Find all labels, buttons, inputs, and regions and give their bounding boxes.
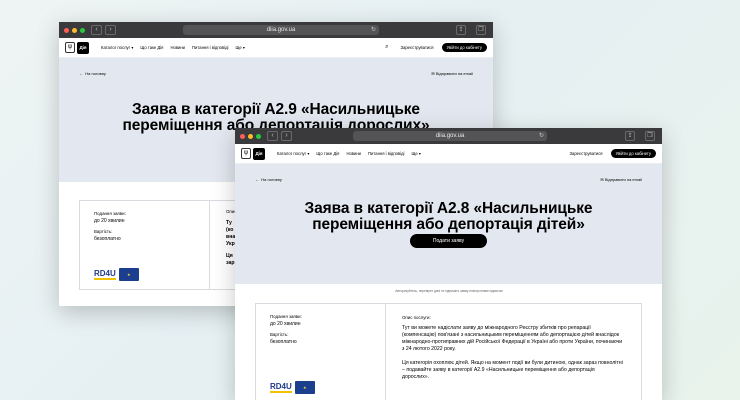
address-bar[interactable]: diia.gov.ua ↻ — [183, 25, 379, 35]
menu-more[interactable]: Ще ▾ — [235, 45, 245, 50]
menu-news[interactable]: Новини — [346, 151, 361, 156]
login-button[interactable]: Увійти до кабінету — [441, 43, 487, 52]
forward-nav-button[interactable]: › — [105, 25, 116, 35]
arrow-left-icon: ← — [79, 71, 83, 76]
url-text: diia.gov.ua — [435, 133, 465, 139]
close-window-button[interactable] — [240, 133, 245, 139]
zoom-window-button[interactable] — [256, 133, 261, 139]
council-of-europe-logo: ★ — [294, 381, 315, 394]
council-of-europe-logo: ★ — [118, 268, 139, 281]
diia-logo[interactable]: Дія — [253, 147, 265, 160]
tabs-icon[interactable]: ❐ — [645, 131, 655, 141]
service-meta: Подання заяви: до 20 хвилин Вартість: бе… — [256, 304, 386, 400]
back-nav-button[interactable]: ‹ — [267, 131, 278, 141]
browser-toolbar: ‹ › diia.gov.ua ↻ ⇪ ❐ — [235, 128, 662, 144]
share-icon[interactable]: ⇪ — [456, 25, 466, 35]
login-button[interactable]: Увійти до кабінету — [610, 149, 656, 158]
auth-hint: Авторизуйтесь, перевірте дані та підпиші… — [395, 289, 503, 293]
arrow-left-icon: ← — [255, 177, 259, 182]
menu-what-is[interactable]: Що таке Дія — [140, 45, 163, 50]
forward-nav-button[interactable]: › — [281, 131, 292, 141]
service-info-card: Подання заяви: до 20 хвилин Вартість: бе… — [255, 303, 642, 400]
share-icon[interactable]: ⇪ — [625, 131, 635, 141]
site-header: ψ Дія Каталог послуг ▾ Що таке Дія Новин… — [59, 38, 493, 58]
menu-catalog[interactable]: Каталог послуг ▾ — [101, 45, 133, 50]
email-icon: ✉ — [431, 71, 435, 76]
url-text: diia.gov.ua — [266, 27, 296, 33]
menu-what-is[interactable]: Що таке Дія — [316, 151, 339, 156]
tabs-icon[interactable]: ❐ — [476, 25, 486, 35]
trident-icon[interactable]: ψ — [65, 42, 75, 53]
diia-logo[interactable]: Дія — [77, 41, 89, 54]
hero-section: ← На головну ✉ Відправити на email Заява… — [235, 164, 662, 293]
menu-faq[interactable]: Питання і відповіді — [192, 45, 228, 50]
description-paragraph-1: Тут ви можете надіслати заяву до міжнаро… — [402, 325, 623, 352]
page-title: Заява в категорії А2.8 «Насильницьке пер… — [304, 200, 593, 233]
main-menu: Каталог послуг ▾ Що таке Дія Новини Пита… — [277, 151, 570, 156]
email-icon: ✉ — [600, 177, 604, 182]
menu-more[interactable]: Ще ▾ — [411, 151, 421, 156]
trident-icon[interactable]: ψ — [241, 148, 251, 159]
main-menu: Каталог послуг ▾ Що таке Дія Новини Пита… — [101, 45, 385, 50]
search-icon[interactable]: ⌕ — [385, 44, 388, 51]
description-paragraph-2: Ця категорія охоплює дітей. Якщо на моме… — [402, 360, 623, 380]
submit-application-button[interactable]: Подати заяву — [410, 234, 487, 248]
service-meta: Подання заяви: до 20 хвилин Вартість: бе… — [80, 201, 210, 289]
menu-catalog[interactable]: Каталог послуг ▾ — [277, 151, 309, 156]
browser-window-front: ‹ › diia.gov.ua ↻ ⇪ ❐ ψ Дія Каталог посл… — [235, 128, 662, 400]
close-window-button[interactable] — [64, 27, 69, 33]
register-link[interactable]: Зареєструватися — [570, 151, 603, 156]
reload-icon[interactable]: ↻ — [539, 131, 544, 141]
back-link[interactable]: ← На головну — [79, 71, 106, 76]
browser-toolbar: ‹ › diia.gov.ua ↻ ⇪ ❐ — [59, 22, 493, 38]
address-bar[interactable]: diia.gov.ua ↻ — [353, 131, 547, 141]
reload-icon[interactable]: ↻ — [371, 25, 376, 35]
email-share-link[interactable]: ✉ Відправити на email — [600, 177, 642, 182]
email-share-link[interactable]: ✉ Відправити на email — [431, 71, 473, 76]
rd4u-logo: RD4U ★ — [94, 268, 139, 281]
site-header: ψ Дія Каталог послуг ▾ Що таке Дія Новин… — [235, 144, 662, 164]
zoom-window-button[interactable] — [80, 27, 85, 33]
register-link[interactable]: Зареєструватися — [401, 45, 434, 50]
back-nav-button[interactable]: ‹ — [91, 25, 102, 35]
minimize-window-button[interactable] — [72, 27, 77, 33]
menu-faq[interactable]: Питання і відповіді — [368, 151, 404, 156]
service-description: Опис послуги: Тут ви можете надіслати за… — [402, 315, 623, 380]
menu-news[interactable]: Новини — [170, 45, 185, 50]
minimize-window-button[interactable] — [248, 133, 253, 139]
back-link[interactable]: ← На головну — [255, 177, 282, 182]
rd4u-logo: RD4U ★ — [270, 381, 315, 394]
